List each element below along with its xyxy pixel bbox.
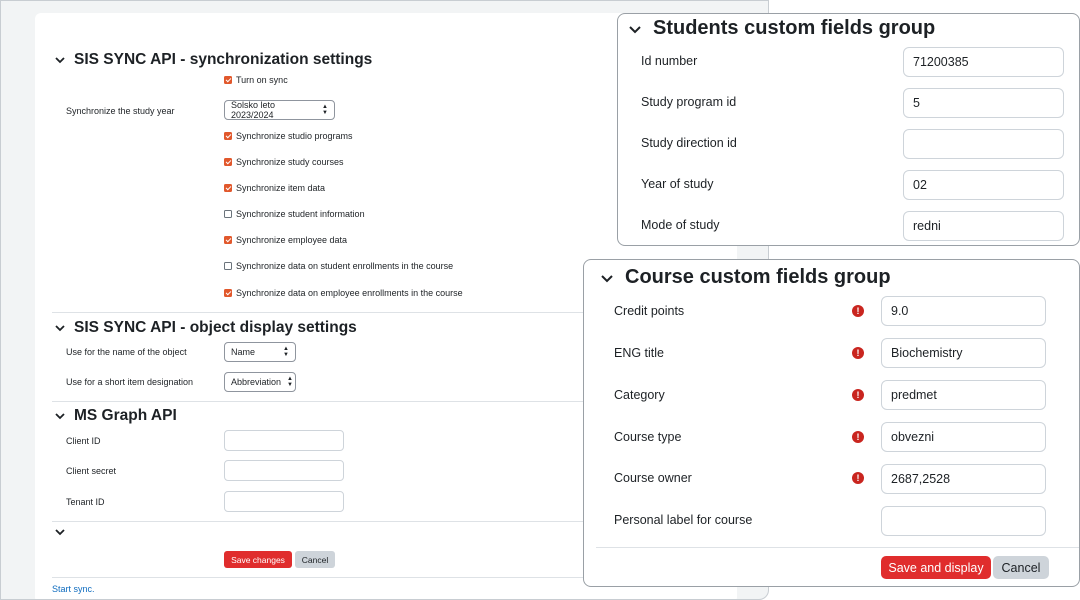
sync-study-courses-checkbox[interactable]: Synchronize study courses: [224, 157, 344, 167]
required-icon: !: [852, 347, 864, 359]
select-arrows-icon: ▲ ▼: [287, 376, 293, 388]
start-sync-link[interactable]: Start sync.: [52, 584, 95, 594]
personal-label-input[interactable]: [881, 506, 1046, 536]
course-type-label: Course type: [614, 430, 682, 444]
checkbox-unchecked-icon[interactable]: [224, 210, 232, 218]
cancel-button[interactable]: Cancel: [993, 556, 1049, 579]
panel-title: Course custom fields group: [625, 266, 891, 288]
sync-item-data-checkbox[interactable]: Synchronize item data: [224, 183, 325, 193]
client-id-input[interactable]: [224, 430, 344, 451]
select-value: Solsko leto 2023/2024: [231, 100, 276, 120]
required-icon: !: [852, 431, 864, 443]
year-of-study-input[interactable]: 02: [903, 170, 1064, 200]
category-input[interactable]: predmet: [881, 380, 1046, 410]
object-name-label: Use for the name of the object: [66, 347, 187, 357]
checkbox-label: Synchronize studio programs: [236, 131, 353, 141]
year-of-study-label: Year of study: [641, 177, 714, 191]
checkbox-checked-icon[interactable]: [224, 132, 232, 140]
id-number-input[interactable]: 71200385: [903, 47, 1064, 77]
panel-title: Students custom fields group: [653, 17, 936, 39]
client-secret-input[interactable]: [224, 460, 344, 481]
client-secret-label: Client secret: [66, 466, 117, 476]
tenant-id-label: Tenant ID: [66, 497, 105, 507]
checkbox-label: Synchronize data on student enrollments …: [236, 261, 454, 271]
chevron-down-icon[interactable]: [55, 324, 66, 332]
credit-points-input[interactable]: 9.0: [881, 296, 1046, 326]
sync-student-information-checkbox[interactable]: Synchronize student information: [224, 209, 365, 219]
checkbox-label: Synchronize student information: [236, 209, 365, 219]
students-group-header[interactable]: Students custom fields group: [629, 17, 935, 40]
short-designation-select[interactable]: Abbreviation ▲ ▼: [224, 372, 296, 392]
required-icon: !: [852, 305, 864, 317]
study-program-id-label: Study program id: [641, 95, 737, 109]
checkbox-unchecked-icon[interactable]: [224, 262, 232, 270]
mode-of-study-label: Mode of study: [641, 218, 720, 232]
course-owner-input[interactable]: 2687,2528: [881, 464, 1046, 494]
course-type-input[interactable]: obvezni: [881, 422, 1046, 452]
client-id-label: Client ID: [66, 436, 101, 446]
section-title: SIS SYNC API - object display settings: [74, 319, 357, 336]
checkbox-label: Turn on sync: [236, 75, 288, 85]
personal-label-label: Personal label for course: [614, 513, 753, 527]
chevron-down-icon[interactable]: [55, 56, 66, 64]
tenant-id-input[interactable]: [224, 491, 344, 512]
chevron-down-icon[interactable]: [55, 412, 66, 420]
course-group-header[interactable]: Course custom fields group: [601, 266, 891, 289]
select-value: Name: [231, 347, 256, 357]
chevron-down-icon[interactable]: [629, 17, 641, 40]
section-title: MS Graph API: [74, 407, 177, 424]
checkbox-checked-icon[interactable]: [224, 236, 232, 244]
turn-on-sync-checkbox[interactable]: Turn on sync: [224, 75, 288, 85]
mode-of-study-input[interactable]: redni: [903, 211, 1064, 241]
checkbox-label: Synchronize employee data: [236, 235, 348, 245]
select-arrows-icon: ▲ ▼: [283, 346, 289, 358]
select-value: Abbreviation: [231, 377, 282, 387]
sync-student-enrollments-checkbox[interactable]: Synchronize data on student enrollments …: [224, 261, 453, 271]
checkbox-label: Synchronize item data: [236, 183, 326, 193]
section-display-settings-header[interactable]: SIS SYNC API - object display settings: [55, 319, 357, 337]
sync-employee-enrollments-checkbox[interactable]: Synchronize data on employee enrollments…: [224, 288, 463, 298]
sync-employee-data-checkbox[interactable]: Synchronize employee data: [224, 235, 347, 245]
sync-studio-programs-checkbox[interactable]: Synchronize studio programs: [224, 131, 353, 141]
object-name-select[interactable]: Name ▲ ▼: [224, 342, 296, 362]
short-designation-label: Use for a short item designation: [66, 377, 194, 387]
eng-title-input[interactable]: Biochemistry: [881, 338, 1046, 368]
students-custom-fields-panel: Students custom fields group Id number 7…: [617, 13, 1080, 246]
chevron-down-icon[interactable]: [55, 529, 66, 536]
section-title: SIS SYNC API - synchronization settings: [74, 51, 373, 68]
study-year-select[interactable]: Solsko leto 2023/2024 ▲ ▼: [224, 100, 335, 120]
study-direction-id-label: Study direction id: [641, 136, 737, 150]
category-label: Category: [614, 388, 665, 402]
study-direction-id-input[interactable]: [903, 129, 1064, 159]
checkbox-label: Synchronize study courses: [236, 157, 344, 167]
save-changes-button[interactable]: Save changes: [224, 551, 292, 568]
eng-title-label: ENG title: [614, 346, 665, 360]
cancel-button[interactable]: Cancel: [295, 551, 335, 568]
id-number-label: Id number: [641, 54, 698, 68]
course-owner-label: Course owner: [614, 471, 692, 485]
required-icon: !: [852, 389, 864, 401]
save-and-display-button[interactable]: Save and display: [881, 556, 991, 579]
chevron-down-icon[interactable]: [601, 266, 613, 289]
study-year-label: Synchronize the study year: [66, 106, 175, 116]
checkbox-checked-icon[interactable]: [224, 184, 232, 192]
divider: [596, 547, 1079, 548]
checkbox-checked-icon[interactable]: [224, 76, 232, 84]
course-custom-fields-panel: Course custom fields group Credit points…: [583, 259, 1080, 587]
checkbox-label: Synchronize data on employee enrollments…: [236, 288, 463, 298]
checkbox-checked-icon[interactable]: [224, 158, 232, 166]
section-collapsed-header[interactable]: [55, 529, 66, 536]
section-ms-graph-header[interactable]: MS Graph API: [55, 407, 177, 425]
select-arrows-icon: ▲ ▼: [322, 104, 328, 116]
required-icon: !: [852, 472, 864, 484]
section-sync-settings-header[interactable]: SIS SYNC API - synchronization settings: [55, 51, 372, 69]
checkbox-checked-icon[interactable]: [224, 289, 232, 297]
credit-points-label: Credit points: [614, 304, 685, 318]
study-program-id-input[interactable]: 5: [903, 88, 1064, 118]
